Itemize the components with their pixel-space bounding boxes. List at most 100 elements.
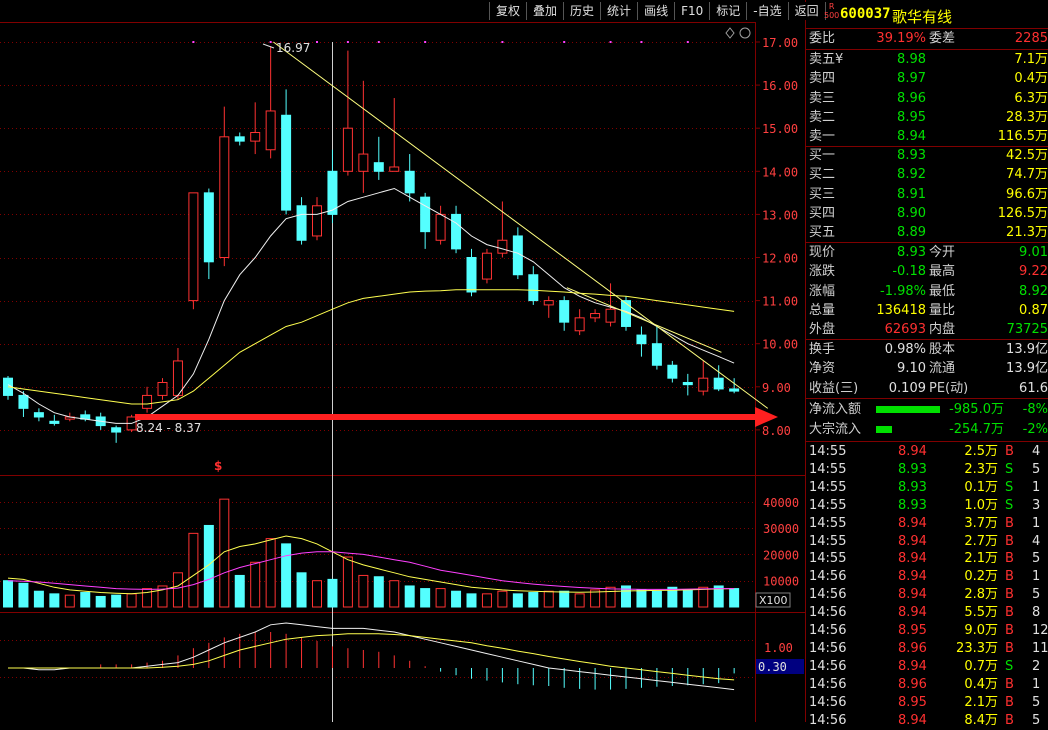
volume-bar (281, 543, 292, 608)
tick-side: B (1005, 587, 1014, 603)
flow-label: 大宗流入 (809, 422, 862, 437)
tick-row: 14:55 8.93 1.0万 S 3 (806, 497, 1048, 515)
toolbar-button-4[interactable]: 画线 (637, 2, 676, 20)
volume-bar (543, 590, 554, 608)
bid-label: 买三 (809, 186, 836, 202)
quote-row: 外盘 62693 内盘 73725 (806, 320, 1048, 339)
bid-price: 8.93 (897, 148, 926, 163)
toolbar-button-5[interactable]: F10 (674, 2, 711, 20)
ask-price: 8.95 (897, 109, 926, 125)
signal-dot (269, 41, 272, 43)
tick-volume: 2.8万 (964, 587, 998, 603)
volume-bar (466, 593, 477, 608)
bid-volume: 126.5万 (997, 205, 1048, 221)
chart-toolbar: 复权 叠加 历史 统计 画线 F10 标记 -自选 返回 (489, 2, 826, 22)
flow-label: 净流入额 (809, 402, 862, 417)
weibi-label: 委比 (809, 31, 836, 46)
chart-background (0, 0, 806, 722)
signal-dot (609, 41, 612, 43)
toolbar-button-3[interactable]: 统计 (600, 2, 639, 20)
tick-row: 14:56 8.94 0.2万 B 1 (806, 568, 1048, 586)
ask-flag: ¥ (835, 52, 844, 67)
tick-volume: 0.2万 (964, 569, 998, 585)
ask-row: 卖五¥ 8.98 7.1万 (806, 50, 1048, 69)
tick-price: 8.93 (898, 461, 927, 477)
volume-tick-label: 30000 (763, 522, 799, 536)
tick-time: 14:56 (809, 569, 847, 585)
tick-row: 14:55 8.93 2.3万 S 5 (806, 461, 1048, 479)
ask-price: 8.97 (897, 71, 926, 87)
tick-side: B (1005, 712, 1014, 728)
volume-bar (636, 589, 647, 608)
tick-volume: 2.5万 (964, 444, 998, 459)
volume-bar (420, 588, 431, 608)
bid-volume: 42.5万 (1006, 148, 1048, 163)
tick-time: 14:55 (809, 444, 847, 459)
ask-label-text: 卖五 (809, 52, 836, 67)
tick-price: 8.94 (898, 587, 927, 603)
quote-value: 136418 (876, 302, 926, 318)
toolbar-button-2[interactable]: 历史 (563, 2, 602, 20)
volume-bar (698, 586, 709, 608)
toolbar-button-1[interactable]: 叠加 (526, 2, 565, 20)
tick-side: B (1005, 605, 1014, 621)
weibi-row: 委比 39.19% 委差 2285 (806, 29, 1048, 48)
price-tick-label: 14.00 (762, 165, 798, 179)
quote-label-2: 今开 (929, 245, 956, 260)
tick-volume: 8.4万 (964, 712, 998, 728)
volume-bar (142, 588, 153, 608)
tick-time: 14:56 (809, 587, 847, 603)
tick-row: 14:56 8.94 2.8万 B 5 (806, 586, 1048, 604)
ask-row: 卖一 8.94 116.5万 (806, 127, 1048, 146)
volume-bar (33, 590, 44, 608)
fundamental-value: 9.10 (897, 361, 926, 377)
tick-side: S (1005, 461, 1014, 477)
volume-bar (373, 576, 384, 608)
tick-count: 5 (1032, 694, 1041, 710)
ask-label-text: 卖四 (809, 71, 836, 87)
tick-price: 8.94 (898, 551, 927, 567)
fundamental-label-2: 股本 (929, 342, 956, 357)
toolbar-button-0[interactable]: 复权 (489, 2, 528, 20)
tick-side: B (1005, 676, 1014, 692)
bid-row: 买五 8.89 21.3万 (806, 223, 1048, 242)
bid-row: 买二 8.92 74.7万 (806, 165, 1048, 184)
ask-row: 卖四 8.97 0.4万 (806, 69, 1048, 88)
toolbar-button-6[interactable]: 标记 (709, 2, 748, 20)
tick-count: 1 (1032, 479, 1041, 495)
price-tick-label: 10.00 (762, 338, 798, 352)
tick-count: 1 (1032, 569, 1041, 585)
volume-bar (172, 572, 183, 608)
volume-bar (574, 593, 585, 608)
bid-price: 8.89 (897, 225, 926, 241)
signal-dot (316, 41, 318, 43)
ask-price: 8.98 (897, 52, 926, 67)
quote-label: 涨幅 (809, 283, 836, 299)
quote-value-2: 73725 (1006, 322, 1048, 338)
tick-time: 14:55 (809, 551, 847, 567)
tick-time: 14:56 (809, 640, 847, 656)
volume-bar (64, 594, 75, 608)
quote-label-2: 最高 (929, 264, 956, 280)
tick-side: B (1005, 623, 1014, 638)
tick-row: 14:56 8.94 0.7万 S 2 (806, 658, 1048, 676)
ask-price: 8.96 (897, 90, 926, 106)
tick-volume: 2.7万 (964, 533, 998, 549)
quote-label: 总量 (809, 302, 836, 318)
bid-volume: 96.6万 (1006, 186, 1048, 202)
tick-time: 14:55 (809, 479, 847, 495)
quote-row: 现价 8.93 今开 9.01 (806, 243, 1048, 262)
toolbar-button-7[interactable]: -自选 (746, 2, 789, 20)
bid-label: 买二 (809, 167, 836, 183)
ask-row: 卖三 8.96 6.3万 (806, 89, 1048, 108)
tick-price: 8.94 (898, 533, 927, 549)
quote-label-2: 量比 (929, 302, 956, 318)
volume-bar (312, 580, 322, 608)
tick-price: 8.93 (898, 497, 927, 513)
bid-price: 8.91 (897, 186, 926, 202)
tick-volume: 23.3万 (956, 640, 998, 656)
tick-count: 12 (1032, 623, 1048, 638)
kline-chart-area[interactable]: 17.00 16.00 15.00 14.00 13.00 12.00 11.00 10.00… (0, 0, 806, 722)
tick-price: 8.94 (898, 444, 927, 459)
macd-value-label: 0.30 (758, 660, 787, 674)
